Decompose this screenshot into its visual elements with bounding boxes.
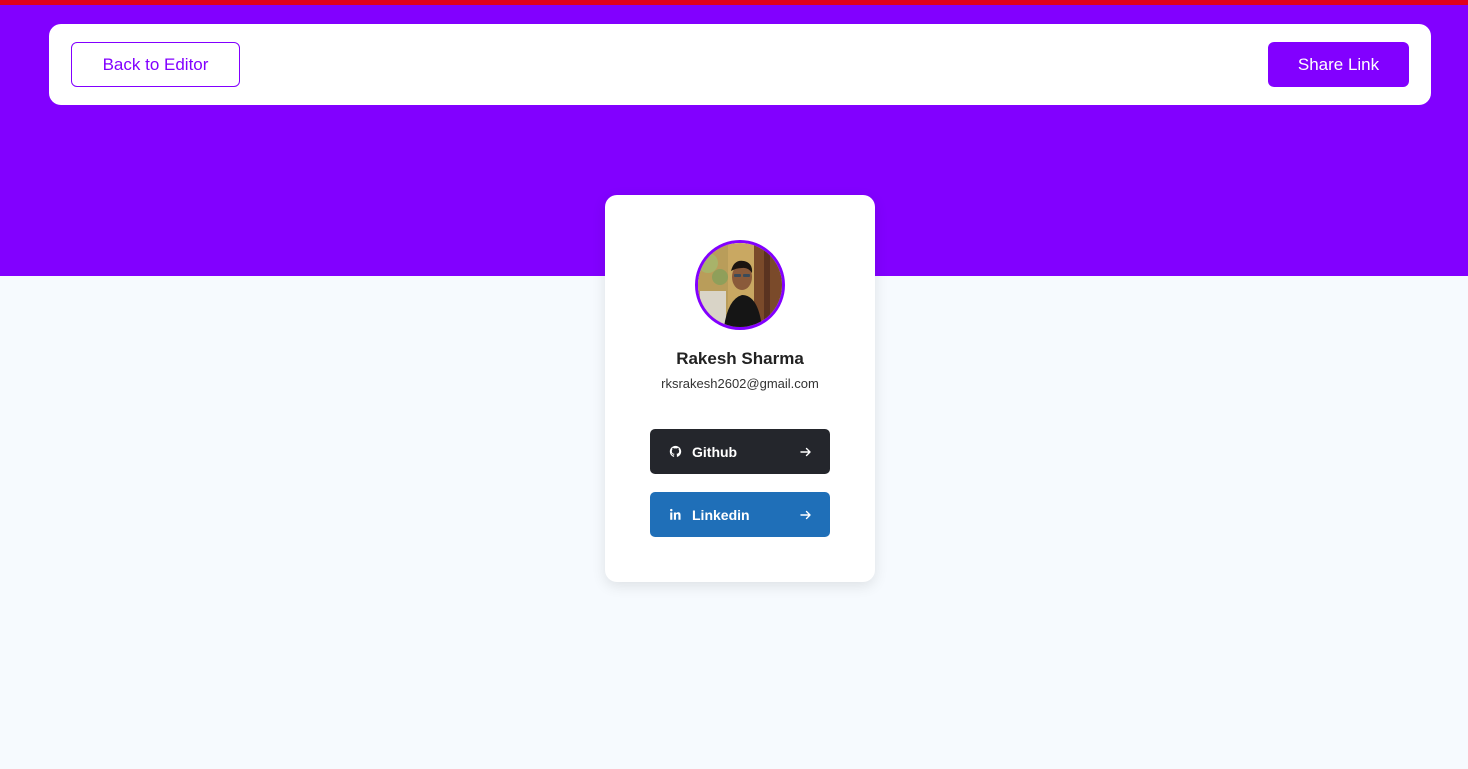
back-to-editor-button[interactable]: Back to Editor	[71, 42, 240, 87]
github-icon	[668, 445, 682, 459]
profile-email: rksrakesh2602@gmail.com	[661, 376, 819, 391]
arrow-right-icon	[800, 446, 812, 458]
github-link-button[interactable]: Github	[650, 429, 830, 474]
linkedin-link-button[interactable]: Linkedin	[650, 492, 830, 537]
avatar	[695, 240, 785, 330]
profile-photo	[698, 243, 782, 327]
arrow-right-icon	[800, 509, 812, 521]
github-link-label: Github	[692, 443, 738, 460]
profile-name: Rakesh Sharma	[676, 349, 804, 368]
share-link-button[interactable]: Share Link	[1268, 42, 1409, 87]
linkedin-icon	[668, 508, 682, 522]
top-nav: Back to Editor Share Link	[49, 24, 1431, 105]
linkedin-link-label: Linkedin	[692, 506, 750, 523]
profile-card: Rakesh Sharma rksrakesh2602@gmail.com Gi…	[605, 195, 875, 582]
